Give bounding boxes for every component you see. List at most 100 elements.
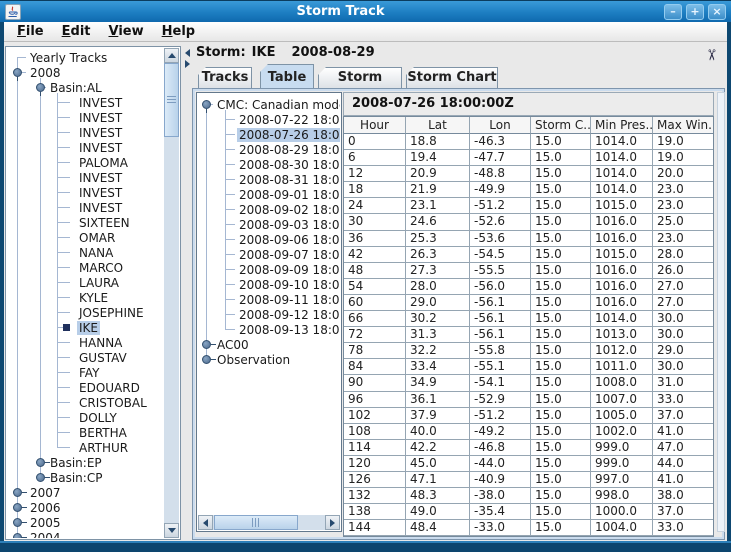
table-row[interactable]: 14448.4-33.015.01004.033.0	[344, 520, 713, 536]
tree-item-sixteen[interactable]: SIXTEEN	[77, 216, 132, 230]
split-collapse-left-icon[interactable]	[185, 49, 190, 57]
tree-item-2008-09-13-18-00-00z[interactable]: 2008-09-13 18:00:00Z	[237, 323, 340, 337]
tree-item-2008-08-29-18-00-00z[interactable]: 2008-08-29 18:00:00Z	[237, 143, 340, 157]
tree-expand-handle-icon[interactable]	[202, 355, 211, 364]
table-row[interactable]: 9034.9-54.115.01008.031.0	[344, 375, 713, 391]
tree-item-2008-09-12-18-00-00z[interactable]: 2008-09-12 18:00:00Z	[237, 308, 340, 322]
tab-table[interactable]: Table	[260, 64, 314, 88]
menu-view[interactable]: View	[100, 23, 153, 40]
tree-item-invest[interactable]: INVEST	[77, 141, 124, 155]
scrollbar-thumb[interactable]	[214, 515, 298, 530]
table-row[interactable]: 2423.1-51.215.01015.023.0	[344, 198, 713, 214]
table-row[interactable]: 5428.0-56.015.01016.027.0	[344, 279, 713, 295]
tree-expand-handle-icon[interactable]	[13, 518, 22, 527]
tree-item-hanna[interactable]: HANNA	[77, 336, 124, 350]
tree-item-invest[interactable]: INVEST	[77, 126, 124, 140]
table-row[interactable]: 018.8-46.315.01014.019.0	[344, 134, 713, 150]
tree-expand-handle-icon[interactable]	[13, 533, 22, 538]
tree-item-cmc-canadian-model[interactable]: CMC: Canadian model	[215, 98, 340, 112]
tree-item-2008-09-02-18-00-00z[interactable]: 2008-09-02 18:00:00Z	[237, 203, 340, 217]
tree-item-2005[interactable]: 2005	[28, 516, 63, 530]
tree-expand-handle-icon[interactable]	[36, 473, 45, 482]
tree-item-laura[interactable]: LAURA	[77, 276, 121, 290]
column-header-hour[interactable]: Hour	[344, 117, 406, 134]
model-tree-horizontal-scrollbar[interactable]	[198, 515, 340, 530]
table-row[interactable]: 8433.4-55.115.01011.030.0	[344, 359, 713, 375]
tree-collapse-handle-icon[interactable]	[13, 68, 22, 77]
table-row[interactable]: 12045.0-44.015.0999.044.0	[344, 456, 713, 472]
tab-storm-chart-2[interactable]: Storm Chart	[406, 67, 498, 88]
tree-item-2008-09-07-18-00-00z[interactable]: 2008-09-07 18:00:00Z	[237, 248, 340, 262]
tree-item-basin-al[interactable]: Basin:AL	[48, 81, 104, 95]
scroll-down-button[interactable]	[164, 523, 179, 538]
column-header-storm-c-[interactable]: Storm C...	[531, 117, 591, 134]
scroll-up-button[interactable]	[164, 48, 179, 63]
tree-item-2008-09-10-18-00-00z[interactable]: 2008-09-10 18:00:00Z	[237, 278, 340, 292]
tab-tracks[interactable]: Tracks	[198, 67, 252, 88]
tree-item-invest[interactable]: INVEST	[77, 111, 124, 125]
tree-item-2008-08-31-18-00-00z[interactable]: 2008-08-31 18:00:00Z	[237, 173, 340, 187]
split-collapse-right-icon[interactable]	[185, 60, 190, 68]
table-row[interactable]: 7231.3-56.115.01013.030.0	[344, 327, 713, 343]
tree-item-2006[interactable]: 2006	[28, 501, 63, 515]
storm-tree-vertical-scrollbar[interactable]	[164, 48, 179, 538]
table-row[interactable]: 1220.9-48.815.01014.020.0	[344, 166, 713, 182]
table-row[interactable]: 6630.2-56.115.01014.030.0	[344, 311, 713, 327]
tree-item-2008-09-11-18-00-00z[interactable]: 2008-09-11 18:00:00Z	[237, 293, 340, 307]
table-row[interactable]: 9636.1-52.915.01007.033.0	[344, 392, 713, 408]
tree-item-2008-09-09-18-00-00z[interactable]: 2008-09-09 18:00:00Z	[237, 263, 340, 277]
table-row[interactable]: 1821.9-49.915.01014.023.0	[344, 182, 713, 198]
menu-edit[interactable]: Edit	[53, 23, 100, 40]
tree-item-2008-08-30-18-00-00z[interactable]: 2008-08-30 18:00:00Z	[237, 158, 340, 172]
scroll-left-button[interactable]	[198, 515, 213, 530]
column-header-min-pres-[interactable]: Min Pres...	[591, 117, 653, 134]
tree-item-edouard[interactable]: EDOUARD	[77, 381, 142, 395]
maximize-button[interactable]: +	[686, 4, 704, 20]
table-row[interactable]: 619.4-47.715.01014.019.0	[344, 150, 713, 166]
tree-collapse-handle-icon[interactable]	[202, 100, 211, 109]
table-row[interactable]: 4226.3-54.515.01015.028.0	[344, 247, 713, 263]
table-row[interactable]: 12647.1-40.915.0997.041.0	[344, 472, 713, 488]
table-row[interactable]: 10840.0-49.215.01002.041.0	[344, 424, 713, 440]
menu-help[interactable]: Help	[153, 23, 204, 40]
table-vertical-scrollbar-track[interactable]	[717, 92, 725, 532]
tree-item-2008-09-01-18-00-00z[interactable]: 2008-09-01 18:00:00Z	[237, 188, 340, 202]
tree-item-2008-07-22-18-00-00z[interactable]: 2008-07-22 18:00:00Z	[237, 113, 340, 127]
tree-item-2004[interactable]: 2004	[28, 531, 63, 538]
close-button[interactable]: ×	[708, 4, 726, 20]
tree-item-bertha[interactable]: BERTHA	[77, 426, 129, 440]
tree-item-yearly-tracks[interactable]: Yearly Tracks	[28, 51, 109, 65]
column-header-lon[interactable]: Lon	[470, 117, 531, 134]
tree-item-cristobal[interactable]: CRISTOBAL	[77, 396, 149, 410]
scrollbar-thumb[interactable]	[164, 63, 179, 137]
tree-item-invest[interactable]: INVEST	[77, 171, 124, 185]
table-row[interactable]: 13849.0-35.415.01000.037.0	[344, 504, 713, 520]
tree-item-ac00[interactable]: AC00	[215, 338, 251, 352]
tree-item-2008-07-26-18-00-00z[interactable]: 2008-07-26 18:00:00Z	[237, 128, 340, 142]
tree-expand-handle-icon[interactable]	[36, 458, 45, 467]
table-row[interactable]: 4827.3-55.515.01016.026.0	[344, 263, 713, 279]
tree-item-arthur[interactable]: ARTHUR	[77, 441, 130, 455]
menu-file[interactable]: File	[8, 23, 53, 40]
tab-storm-chart-1[interactable]: Storm Chart	[318, 67, 402, 88]
table-row[interactable]: 11442.2-46.815.0999.047.0	[344, 440, 713, 456]
tree-item-ike[interactable]: IKE	[77, 321, 100, 335]
tree-item-2007[interactable]: 2007	[28, 486, 63, 500]
tree-expand-handle-icon[interactable]	[202, 340, 211, 349]
cut-scissors-icon[interactable]: ✂	[703, 49, 721, 62]
tree-item-2008-09-03-18-00-00z[interactable]: 2008-09-03 18:00:00Z	[237, 218, 340, 232]
tree-expand-handle-icon[interactable]	[13, 488, 22, 497]
scroll-right-button[interactable]	[325, 515, 340, 530]
tree-item-marco[interactable]: MARCO	[77, 261, 125, 275]
titlebar[interactable]: Storm Track – + ×	[0, 0, 731, 22]
tree-item-omar[interactable]: OMAR	[77, 231, 117, 245]
table-row[interactable]: 3625.3-53.615.01016.023.0	[344, 231, 713, 247]
tree-item-invest[interactable]: INVEST	[77, 201, 124, 215]
table-row[interactable]: 3024.6-52.615.01016.025.0	[344, 214, 713, 230]
table-row[interactable]: 13248.3-38.015.0998.038.0	[344, 488, 713, 504]
minimize-button[interactable]: –	[664, 4, 682, 20]
tree-item-invest[interactable]: INVEST	[77, 96, 124, 110]
table-row[interactable]: 6029.0-56.115.01016.027.0	[344, 295, 713, 311]
tree-item-observation[interactable]: Observation	[215, 353, 292, 367]
column-header-lat[interactable]: Lat	[406, 117, 470, 134]
